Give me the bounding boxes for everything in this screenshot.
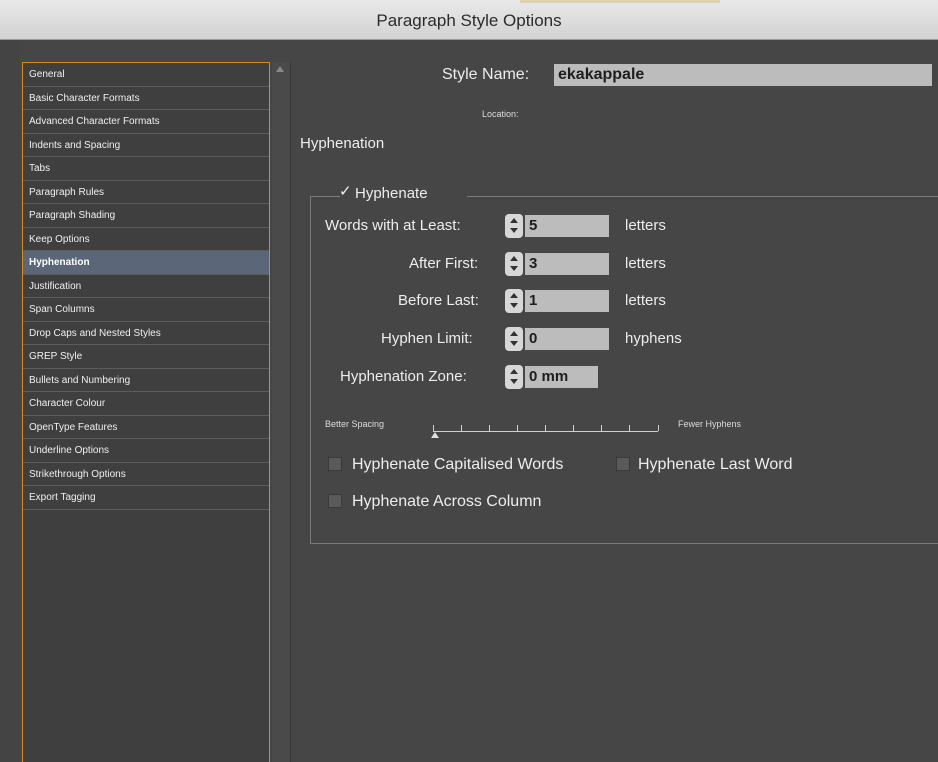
hyphenate-across-column-label: Hyphenate Across Column	[352, 493, 542, 510]
before-last-label: Before Last:	[398, 292, 479, 309]
words-at-least-stepper[interactable]	[505, 214, 523, 238]
hyphenate-label: Hyphenate	[355, 185, 428, 202]
sidebar-item-general[interactable]: General	[23, 63, 269, 87]
sidebar-item-hyphenation[interactable]: Hyphenation	[23, 251, 269, 275]
dialog-left-margin	[0, 40, 20, 762]
slider-tick	[517, 425, 518, 431]
slider-tick	[573, 425, 574, 431]
window-title: Paragraph Style Options	[376, 11, 562, 30]
sidebar-item-grep-style[interactable]: GREP Style	[23, 345, 269, 369]
after-first-input[interactable]: 3	[525, 253, 609, 275]
slider-tick	[658, 425, 659, 431]
slider-tick	[433, 425, 434, 431]
words-at-least-input[interactable]: 5	[525, 215, 609, 237]
category-list-scrollbar[interactable]	[272, 62, 291, 762]
location-label: Location:	[482, 109, 519, 119]
after-first-stepper[interactable]	[505, 252, 523, 276]
hyphenation-zone-stepper[interactable]	[505, 365, 523, 389]
sidebar-item-drop-caps[interactable]: Drop Caps and Nested Styles	[23, 322, 269, 345]
words-at-least-label: Words with at Least:	[325, 217, 461, 234]
after-first-unit: letters	[625, 255, 666, 272]
slider-tick	[629, 425, 630, 431]
before-last-input[interactable]: 1	[525, 290, 609, 312]
stepper-down-icon[interactable]	[510, 379, 518, 384]
sidebar-item-paragraph-rules[interactable]: Paragraph Rules	[23, 181, 269, 204]
stepper-down-icon[interactable]	[510, 341, 518, 346]
before-last-stepper[interactable]	[505, 289, 523, 313]
hyphenate-checkbox[interactable]: ✓	[339, 184, 353, 199]
sidebar-item-justification[interactable]: Justification	[23, 275, 269, 298]
slider-tick	[601, 425, 602, 431]
hyphen-limit-stepper[interactable]	[505, 327, 523, 351]
title-bar: Paragraph Style Options	[0, 0, 938, 40]
stepper-up-icon[interactable]	[510, 293, 518, 298]
hyphen-limit-input[interactable]: 0	[525, 328, 609, 350]
hyphenation-zone-label: Hyphenation Zone:	[340, 368, 467, 385]
slider-left-label: Better Spacing	[325, 419, 385, 429]
sidebar-item-opentype-features[interactable]: OpenType Features	[23, 416, 269, 439]
slider-tick	[489, 425, 490, 431]
title-bar-accent	[520, 0, 720, 3]
after-first-label: After First:	[409, 255, 479, 272]
slider-right-label: Fewer Hyphens	[678, 419, 742, 429]
sidebar-item-bullets-and-numbering[interactable]: Bullets and Numbering	[23, 369, 269, 392]
hyphenate-across-column-checkbox[interactable]	[328, 494, 342, 508]
hyphenate-capitalised-checkbox[interactable]	[328, 457, 342, 471]
stepper-up-icon[interactable]	[510, 218, 518, 223]
stepper-down-icon[interactable]	[510, 266, 518, 271]
sidebar-item-paragraph-shading[interactable]: Paragraph Shading	[23, 204, 269, 228]
sidebar-item-character-colour[interactable]: Character Colour	[23, 392, 269, 416]
sidebar-item-indents-and-spacing[interactable]: Indents and Spacing	[23, 134, 269, 157]
spacing-slider-thumb[interactable]	[431, 432, 439, 438]
before-last-unit: letters	[625, 292, 666, 309]
sidebar-item-underline-options[interactable]: Underline Options	[23, 439, 269, 463]
sidebar-item-export-tagging[interactable]: Export Tagging	[23, 486, 269, 510]
slider-tick	[545, 425, 546, 431]
stepper-down-icon[interactable]	[510, 228, 518, 233]
hyphenate-last-word-label: Hyphenate Last Word	[638, 456, 793, 473]
spacing-slider-track[interactable]	[433, 431, 658, 432]
stepper-up-icon[interactable]	[510, 331, 518, 336]
hyphenate-capitalised-label: Hyphenate Capitalised Words	[352, 456, 564, 473]
category-list[interactable]: General Basic Character Formats Advanced…	[22, 62, 270, 762]
hyphen-limit-label: Hyphen Limit:	[381, 330, 473, 347]
style-name-input[interactable]: ekakappale	[554, 64, 932, 86]
section-title: Hyphenation	[300, 135, 385, 152]
stepper-down-icon[interactable]	[510, 303, 518, 308]
sidebar-item-keep-options[interactable]: Keep Options	[23, 228, 269, 251]
hyphenation-zone-input[interactable]: 0 mm	[525, 366, 598, 388]
stepper-up-icon[interactable]	[510, 256, 518, 261]
words-at-least-unit: letters	[625, 217, 666, 234]
sidebar-item-span-columns[interactable]: Span Columns	[23, 298, 269, 322]
sidebar-item-basic-character-formats[interactable]: Basic Character Formats	[23, 87, 269, 110]
sidebar-item-advanced-character-formats[interactable]: Advanced Character Formats	[23, 110, 269, 134]
sidebar-item-strikethrough-options[interactable]: Strikethrough Options	[23, 463, 269, 486]
slider-tick	[461, 425, 462, 431]
scroll-up-icon[interactable]	[276, 66, 284, 72]
hyphenate-last-word-checkbox[interactable]	[616, 457, 630, 471]
sidebar-item-tabs[interactable]: Tabs	[23, 157, 269, 181]
hyphenation-panel: Style Name: ekakappale Location: Hyphena…	[292, 40, 938, 762]
style-name-label: Style Name:	[442, 66, 530, 83]
hyphen-limit-unit: hyphens	[625, 330, 682, 347]
stepper-up-icon[interactable]	[510, 369, 518, 374]
